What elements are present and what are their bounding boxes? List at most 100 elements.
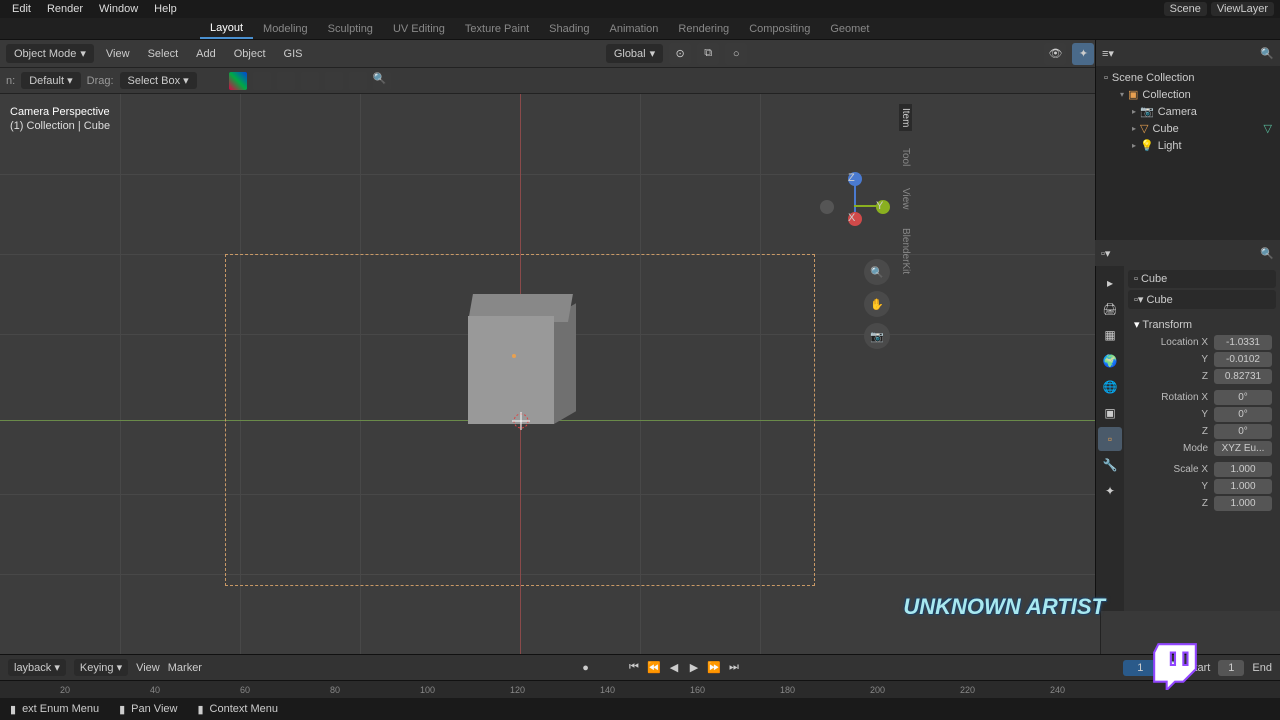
- props-icon[interactable]: ▫▾: [1101, 247, 1110, 260]
- jump-start-icon[interactable]: ⏮: [625, 659, 643, 677]
- zoom-icon[interactable]: 🔍: [864, 259, 890, 285]
- visibility-icon[interactable]: 👁: [1044, 43, 1066, 65]
- pivot-icon[interactable]: ⊙: [669, 43, 691, 65]
- tab-rendering[interactable]: Rendering: [668, 20, 739, 38]
- tab-item[interactable]: Item: [899, 104, 912, 131]
- snap-icon[interactable]: ⧉: [697, 43, 719, 65]
- tab-modeling[interactable]: Modeling: [253, 20, 318, 38]
- y-axis-ball[interactable]: Y: [876, 200, 890, 214]
- tab-compositing[interactable]: Compositing: [739, 20, 820, 38]
- search-icon[interactable]: 🔍: [1260, 47, 1274, 60]
- rotz-value[interactable]: 0°: [1214, 424, 1272, 439]
- neg-axis-ball[interactable]: [820, 200, 834, 214]
- filter-icon[interactable]: ≡▾: [1102, 47, 1114, 60]
- menu-select[interactable]: Select: [142, 48, 185, 60]
- next-key-icon[interactable]: ⏩: [705, 659, 723, 677]
- menu-marker[interactable]: Marker: [168, 662, 202, 674]
- object-name2[interactable]: ▫▾ Cube: [1128, 290, 1276, 309]
- ptab-output[interactable]: 🖨: [1098, 297, 1122, 321]
- mode-dropdown[interactable]: Object Mode ▾: [6, 44, 94, 63]
- tool-icon[interactable]: [325, 72, 343, 90]
- x-axis-ball[interactable]: X: [848, 212, 862, 226]
- tab-layout[interactable]: Layout: [200, 19, 253, 39]
- search-icon[interactable]: 🔍: [373, 72, 391, 90]
- playback-dropdown[interactable]: layback ▾: [8, 659, 66, 676]
- ptab-scene[interactable]: 🌍: [1098, 349, 1122, 373]
- tree-collection[interactable]: ▾▣Collection: [1100, 86, 1276, 103]
- viewlayer-dropdown[interactable]: ViewLayer: [1211, 2, 1274, 16]
- orientation-dropdown[interactable]: Global ▾: [606, 44, 663, 63]
- tab-texture[interactable]: Texture Paint: [455, 20, 539, 38]
- search-icon[interactable]: 🔍: [1260, 247, 1274, 260]
- play-icon[interactable]: ▶: [685, 659, 703, 677]
- tab-uv[interactable]: UV Editing: [383, 20, 455, 38]
- scalex-value[interactable]: 1.000: [1214, 462, 1272, 477]
- object-name[interactable]: ▫ Cube: [1128, 270, 1276, 288]
- z-axis-ball[interactable]: Z: [848, 172, 862, 186]
- menu-render[interactable]: Render: [39, 3, 91, 15]
- cube-object[interactable]: [468, 294, 568, 424]
- tool-icon[interactable]: [301, 72, 319, 90]
- navigation-gizmo[interactable]: Z Y X: [820, 172, 890, 242]
- tool-icon[interactable]: [253, 72, 271, 90]
- tab-shading[interactable]: Shading: [539, 20, 599, 38]
- ptab-render[interactable]: ▸: [1098, 271, 1122, 295]
- menu-add[interactable]: Add: [190, 48, 222, 60]
- 3d-cursor: [512, 412, 530, 430]
- tab-view[interactable]: View: [899, 184, 912, 214]
- default-dropdown[interactable]: Default ▾: [21, 72, 80, 89]
- locz-value[interactable]: 0.82731: [1214, 369, 1272, 384]
- selectbox-dropdown[interactable]: Select Box ▾: [120, 72, 197, 89]
- tool-icon[interactable]: [349, 72, 367, 90]
- scene-dropdown[interactable]: Scene: [1164, 2, 1207, 16]
- menu-edit[interactable]: Edit: [4, 3, 39, 15]
- tab-geometry[interactable]: Geomet: [820, 20, 879, 38]
- menu-window[interactable]: Window: [91, 3, 146, 15]
- scaley-value[interactable]: 1.000: [1214, 479, 1272, 494]
- pan-icon[interactable]: ✋: [864, 291, 890, 317]
- play-reverse-icon[interactable]: ◀: [665, 659, 683, 677]
- tool-icon[interactable]: [229, 72, 247, 90]
- ptab-collection[interactable]: ▣: [1098, 401, 1122, 425]
- keying-dropdown[interactable]: Keying ▾: [74, 659, 128, 676]
- timeline-ruler[interactable]: 20 40 60 80 100 120 140 160 180 200 220 …: [0, 680, 1280, 698]
- tree-scene-collection[interactable]: ▫Scene Collection: [1100, 70, 1276, 86]
- tick: 140: [600, 685, 615, 695]
- locy-value[interactable]: -0.0102: [1214, 352, 1272, 367]
- tree-cube[interactable]: ▸▽Cube▽: [1100, 120, 1276, 137]
- prev-key-icon[interactable]: ⏪: [645, 659, 663, 677]
- tab-animation[interactable]: Animation: [600, 20, 669, 38]
- ptab-viewlayer[interactable]: ▦: [1098, 323, 1122, 347]
- tick: 220: [960, 685, 975, 695]
- scalez-value[interactable]: 1.000: [1214, 496, 1272, 511]
- ptab-world[interactable]: 🌐: [1098, 375, 1122, 399]
- tree-camera[interactable]: ▸📷Camera: [1100, 103, 1276, 120]
- mode-value[interactable]: XYZ Eu...: [1214, 441, 1272, 456]
- tab-sculpting[interactable]: Sculpting: [318, 20, 383, 38]
- proportional-icon[interactable]: ○: [725, 43, 747, 65]
- menu-view[interactable]: View: [100, 48, 136, 60]
- locx-value[interactable]: -1.0331: [1214, 335, 1272, 350]
- tool-icon[interactable]: [277, 72, 295, 90]
- menu-object[interactable]: Object: [228, 48, 272, 60]
- roty-value[interactable]: 0°: [1214, 407, 1272, 422]
- properties-header: ▫▾ 🔍: [1095, 240, 1280, 266]
- jump-end-icon[interactable]: ⏭: [725, 659, 743, 677]
- ptab-object[interactable]: ▫: [1098, 427, 1122, 451]
- ptab-particles[interactable]: ✦: [1098, 479, 1122, 503]
- camera-icon[interactable]: 📷: [864, 323, 890, 349]
- ptab-modifiers[interactable]: 🔧: [1098, 453, 1122, 477]
- tab-blenderkit[interactable]: BlenderKit: [899, 224, 912, 278]
- menu-help[interactable]: Help: [146, 3, 185, 15]
- menu-gis[interactable]: GIS: [278, 48, 309, 60]
- tree-light[interactable]: ▸💡Light: [1100, 137, 1276, 154]
- 3d-viewport[interactable]: Camera Perspective (1) Collection | Cube…: [0, 94, 1100, 654]
- transform-section[interactable]: ▾ Transform: [1128, 315, 1276, 334]
- scaley-label: Y: [1132, 481, 1214, 492]
- start-frame[interactable]: 1: [1218, 660, 1244, 676]
- menu-view[interactable]: View: [136, 662, 160, 674]
- tab-tool[interactable]: Tool: [899, 144, 912, 170]
- gizmo-icon[interactable]: ✦: [1072, 43, 1094, 65]
- rotx-value[interactable]: 0°: [1214, 390, 1272, 405]
- autokey-icon[interactable]: ●: [582, 662, 589, 674]
